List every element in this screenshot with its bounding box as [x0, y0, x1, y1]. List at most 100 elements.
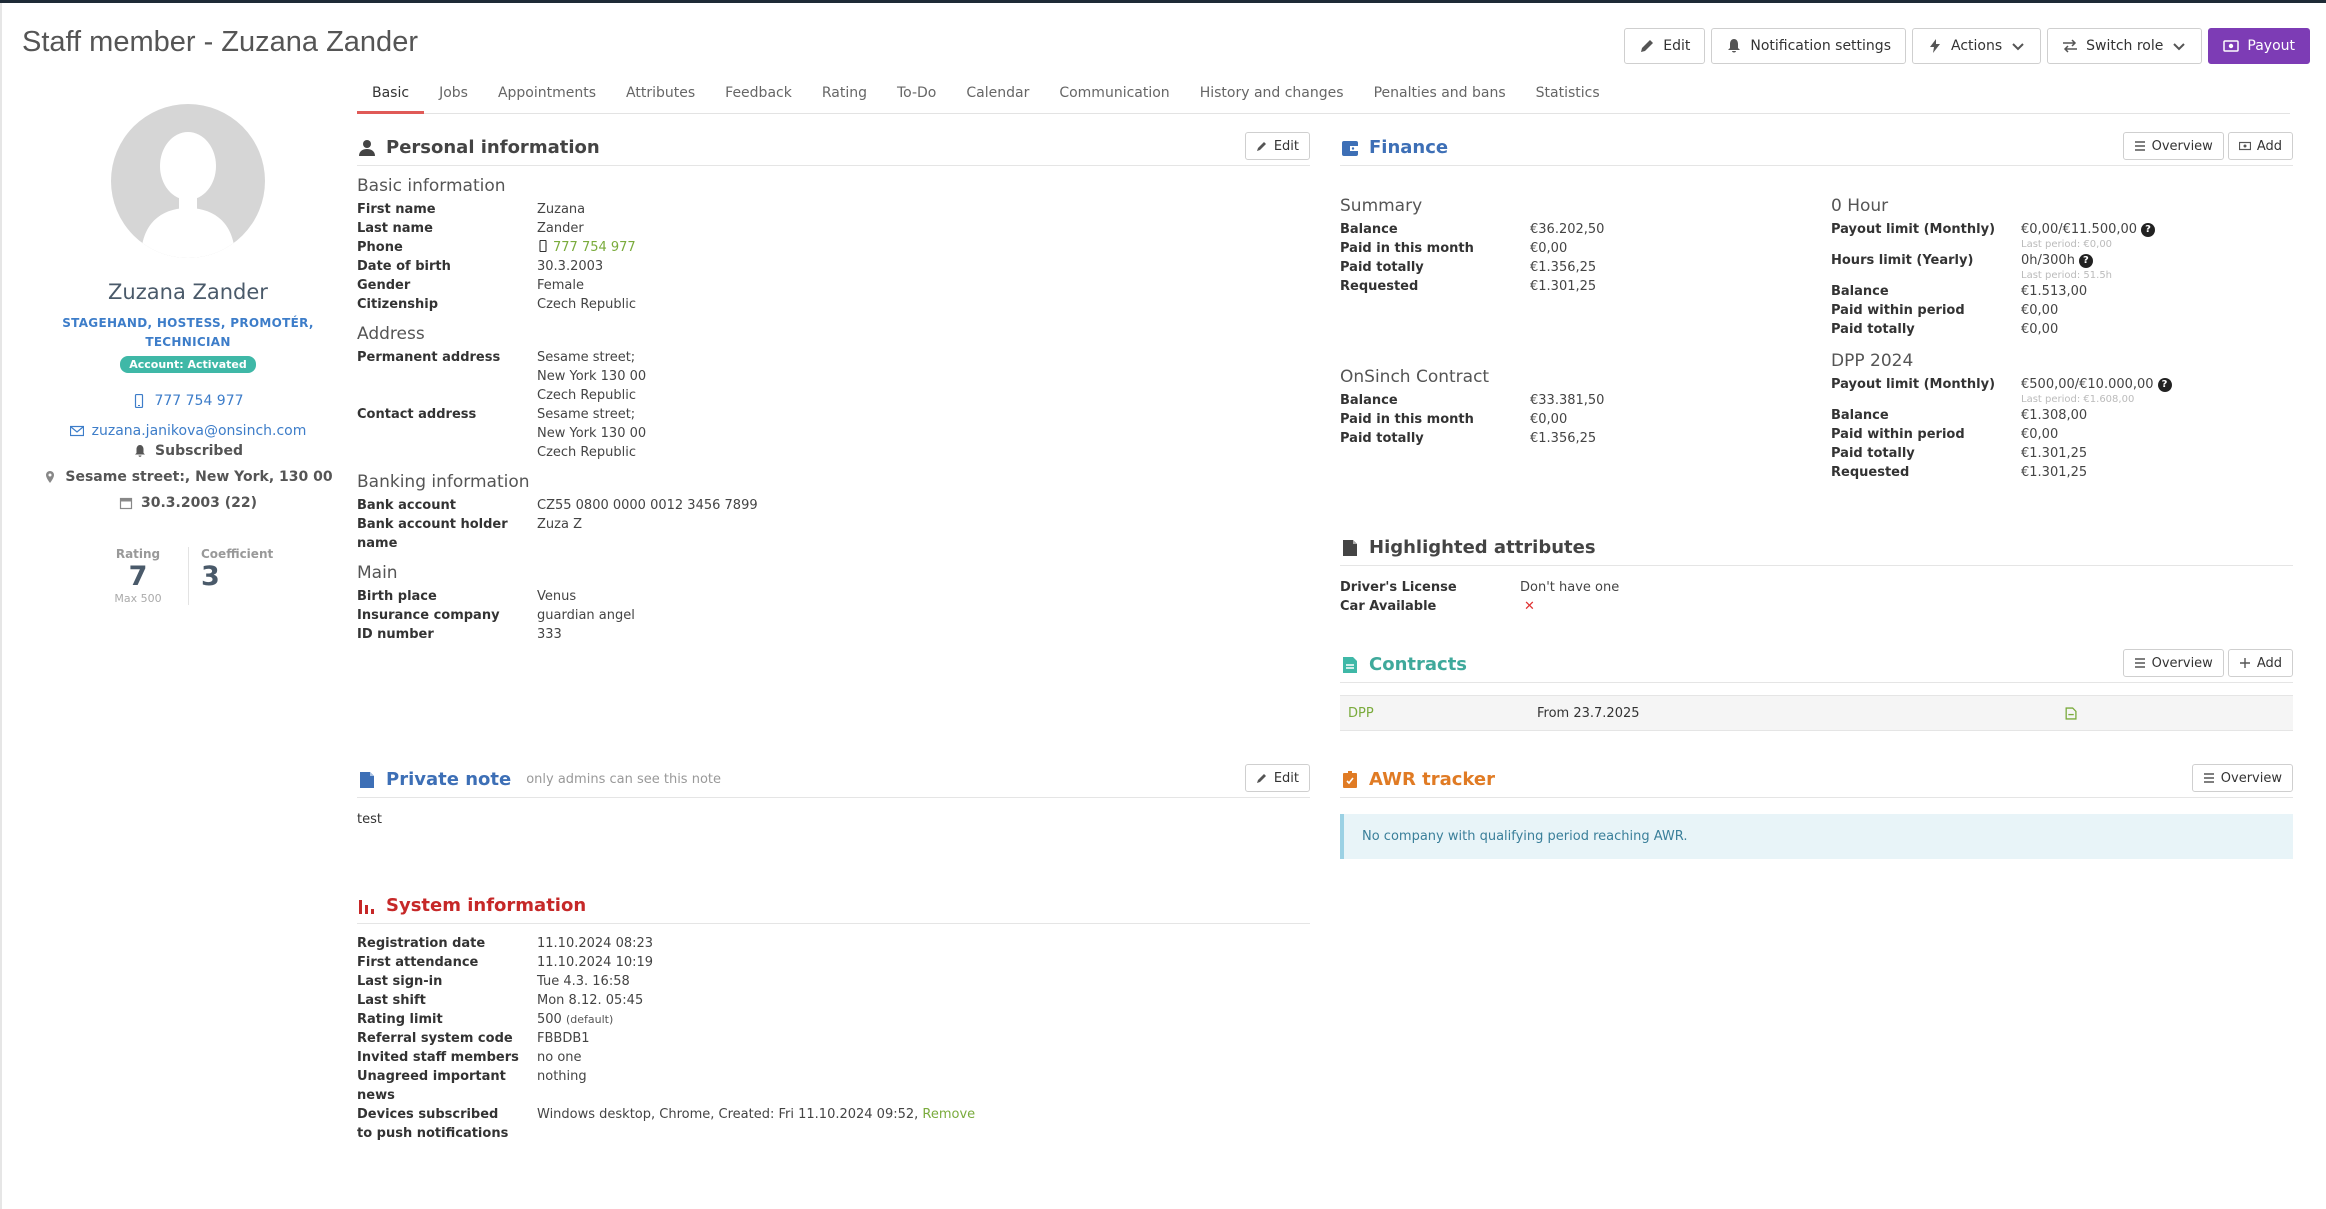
switch-role-label: Switch role [2086, 38, 2164, 54]
personal-information-actions: Edit [1244, 132, 1310, 160]
private-note-title: Private note only admins can see this no… [357, 769, 721, 790]
finance-overview-button[interactable]: Overview [2122, 132, 2224, 160]
dpp-payout-row: Payout limit (Monthly) €500,00/€10.000,00… [1831, 375, 2291, 406]
gender-row: Gender Female [357, 276, 1310, 295]
person-silhouette-icon [141, 132, 235, 258]
zero-balance-row: Balance €1.513,00 [1831, 282, 2291, 301]
help-icon[interactable]: ? [2157, 377, 2172, 392]
highlighted-attributes-panel: Highlighted attributes Driver's License D… [1340, 530, 2293, 616]
system-information-title: System information [357, 895, 586, 916]
list-icon [2203, 773, 2214, 783]
devices-label: Devices subscribed to push notifications [357, 1107, 509, 1141]
switch-arrows-icon [2063, 39, 2078, 53]
zero-balance-label: Balance [1831, 284, 1889, 299]
dpp-balance-value: €1.308,00 [2021, 408, 2088, 423]
birth-place-row: Birth place Venus [357, 587, 1310, 606]
gender-value: Female [537, 278, 585, 293]
permanent-address-label: Permanent address [357, 350, 501, 365]
summary-paid-totally-label: Paid totally [1340, 260, 1424, 275]
profile-phone[interactable]: 777 754 977 [40, 393, 336, 409]
contracts-add-button[interactable]: Add [2227, 649, 2293, 677]
permanent-address-line: Czech Republic [537, 388, 636, 403]
account-status-badge: Account: Activated [120, 356, 256, 373]
rating-stat: Rating 7 Max 500 [88, 547, 188, 605]
tab-statistics[interactable]: Statistics [1521, 82, 1615, 114]
bar-chart-icon [359, 899, 374, 914]
dpp-payout-hint: Last period: €1.608,00 [2021, 394, 2135, 405]
last-shift-row: Last shift Mon 8.12. 05:45 [357, 991, 1310, 1010]
tab-feedback[interactable]: Feedback [710, 82, 807, 114]
profile-email[interactable]: zuzana.janikova@onsinch.com [40, 423, 336, 439]
zero-hours-text: 0h/300h [2021, 253, 2075, 268]
tab-communication[interactable]: Communication [1044, 82, 1184, 114]
date-of-birth-value: 30.3.2003 [537, 259, 604, 274]
citizenship-row: Citizenship Czech Republic [357, 295, 1310, 314]
coefficient-value: 3 [201, 561, 220, 592]
zero-hours-value: 0h/300h? Last period: 51.5h [2021, 251, 2112, 282]
dpp-paid-totally-value: €1.301,25 [2021, 446, 2088, 461]
tab-calendar[interactable]: Calendar [951, 82, 1044, 114]
dpp-payout-value: €500,00/€10.000,00? Last period: €1.608,0… [2021, 375, 2172, 406]
contracts-overview-button[interactable]: Overview [2122, 649, 2224, 677]
zero-paid-period-label: Paid within period [1831, 303, 1965, 318]
personal-edit-button[interactable]: Edit [1244, 132, 1310, 160]
date-of-birth-row: Date of birth 30.3.2003 [357, 257, 1310, 276]
tab-todo[interactable]: To-Do [882, 82, 951, 114]
profile-birth-text: 30.3.2003 (22) [141, 495, 257, 511]
awr-tracker-header: AWR tracker Overview [1340, 762, 2293, 798]
dpp-balance-row: Balance €1.308,00 [1831, 406, 2291, 425]
finance-panel: Finance Overview Add Summary Balance €36.… [1340, 130, 2293, 480]
profile-stats: Rating 7 Max 500 Coefficient 3 [40, 547, 336, 605]
pencil-icon [1641, 40, 1654, 52]
private-note-edit-button[interactable]: Edit [1244, 764, 1310, 792]
permanent-address-row: Permanent address Sesame street; New Yor… [357, 348, 1310, 405]
tab-appointments[interactable]: Appointments [483, 82, 611, 114]
phone-value[interactable]: 777 754 977 [537, 238, 636, 257]
last-sign-in-row: Last sign-in Tue 4.3. 16:58 [357, 972, 1310, 991]
devices-text: Windows desktop, Chrome, Created: Fri 11… [537, 1107, 919, 1122]
bank-holder-row: Bank account holder name Zuza Z [357, 515, 1310, 553]
payout-button[interactable]: Payout [2208, 28, 2310, 64]
unagreed-news-label: Unagreed important news [357, 1069, 506, 1103]
contract-row[interactable]: DPP From 23.7.2025 [1340, 695, 2293, 731]
referral-code-label: Referral system code [357, 1031, 513, 1046]
zero-paid-totally-label: Paid totally [1831, 322, 1915, 337]
contracts-actions: Overview Add [2122, 649, 2293, 677]
contracts-overview-label: Overview [2151, 655, 2213, 671]
awr-overview-button[interactable]: Overview [2191, 764, 2293, 792]
actions-button[interactable]: Actions [1911, 28, 2042, 64]
awr-overview-label: Overview [2220, 770, 2282, 786]
payout-label: Payout [2247, 38, 2295, 54]
tab-jobs[interactable]: Jobs [424, 82, 483, 114]
contract-type[interactable]: DPP [1340, 706, 1537, 721]
help-icon[interactable]: ? [2141, 222, 2156, 237]
tab-attributes[interactable]: Attributes [611, 82, 710, 114]
private-note-edit-label: Edit [1273, 770, 1299, 786]
summary-requested-value: €1.301,25 [1530, 279, 1597, 294]
finance-add-button[interactable]: Add [2227, 132, 2293, 160]
last-sign-in-value: Tue 4.3. 16:58 [537, 974, 630, 989]
dpp-payout-text: €500,00/€10.000,00 [2021, 377, 2154, 392]
zero-hours-row: Hours limit (Yearly) 0h/300h? Last period:… [1831, 251, 2291, 282]
tab-rating[interactable]: Rating [807, 82, 882, 114]
awr-actions: Overview [2191, 764, 2293, 792]
finance-zero-hour: 0 Hour Payout limit (Monthly) €0,00/€11.5… [1831, 186, 2291, 482]
contracts-panel: Contracts Overview Add DPP From 23.7.202… [1340, 647, 2293, 731]
summary-balance-label: Balance [1340, 222, 1398, 237]
switch-role-button[interactable]: Switch role [2047, 28, 2203, 64]
finance-header: Finance Overview Add [1340, 130, 2293, 166]
edit-button[interactable]: Edit [1624, 28, 1706, 64]
onsinch-balance-value: €33.381,50 [1530, 393, 1605, 408]
tab-basic[interactable]: Basic [357, 82, 425, 114]
main-title: Main [357, 563, 398, 583]
remove-device-link[interactable]: Remove [922, 1107, 975, 1122]
help-icon[interactable]: ? [2078, 253, 2093, 268]
finance-title: Finance [1340, 137, 1448, 158]
file-icon[interactable] [2064, 706, 2077, 720]
notification-settings-button[interactable]: Notification settings [1711, 28, 1906, 64]
first-name-row: First name Zuzana [357, 200, 1310, 219]
tab-penalties[interactable]: Penalties and bans [1359, 82, 1521, 114]
registration-date-row: Registration date 11.10.2024 08:23 [357, 934, 1310, 953]
tab-history[interactable]: History and changes [1185, 82, 1359, 114]
contact-address-line: New York 130 00 [537, 426, 647, 441]
